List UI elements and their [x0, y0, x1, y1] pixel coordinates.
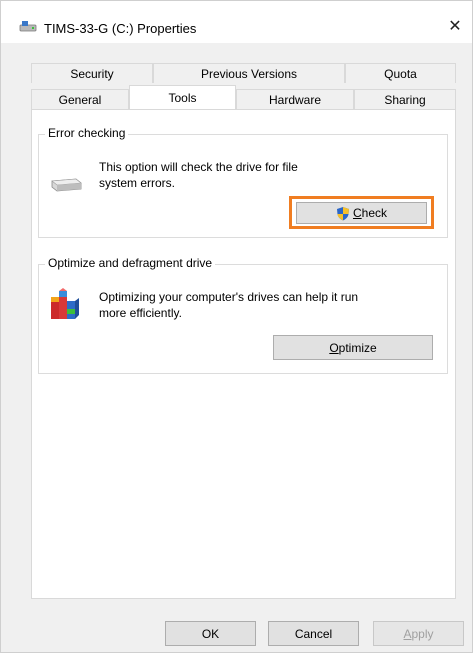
optimize-button[interactable]: Optimize: [273, 335, 433, 360]
check-label: heck: [361, 206, 388, 220]
properties-window: TIMS-33-G (C:) Properties ✕ Security Pre…: [0, 0, 473, 653]
error-checking-group: Error checking This option will check th…: [38, 126, 448, 238]
defragment-icon: [49, 287, 81, 326]
uac-shield-icon: [336, 206, 350, 221]
tab-row-front: General Tools Hardware Sharing: [31, 85, 456, 109]
check-mnemonic: C: [352, 206, 362, 220]
title-bar[interactable]: TIMS-33-G (C:) Properties ✕: [1, 1, 472, 43]
close-icon: ✕: [448, 18, 462, 35]
window-title: TIMS-33-G (C:) Properties: [44, 21, 197, 36]
group-title: Error checking: [45, 126, 129, 140]
tab-label: Quota: [384, 66, 417, 81]
group-title: Optimize and defragment drive: [45, 256, 216, 270]
tab-label: Previous Versions: [200, 66, 298, 81]
tools-panel: Error checking This option will check th…: [31, 109, 456, 599]
tab-row-back: Security Previous Versions Quota: [31, 63, 456, 83]
optimize-label: ptimize: [338, 340, 377, 355]
optimize-description-line1: Optimizing your computer's drives can he…: [99, 290, 359, 304]
tab-previous-versions[interactable]: Previous Versions: [153, 63, 345, 83]
optimize-description-line2: more efficiently.: [99, 306, 182, 320]
tab-label: Sharing: [384, 92, 426, 107]
tab-label: Hardware: [268, 92, 322, 107]
drive-icon: [18, 19, 38, 33]
tab-hardware[interactable]: Hardware: [236, 89, 354, 109]
tab-general[interactable]: General: [31, 89, 129, 109]
tab-label: Tools: [168, 90, 197, 105]
apply-mnemonic: A: [403, 626, 412, 641]
tab-label: General: [58, 92, 102, 107]
check-button[interactable]: Check: [296, 202, 427, 224]
close-button[interactable]: ✕: [441, 13, 469, 39]
error-checking-description-line1: This option will check the drive for fil…: [99, 160, 298, 174]
hard-drive-icon: [49, 177, 83, 196]
ok-button[interactable]: OK: [165, 621, 256, 646]
tab-tools[interactable]: Tools: [129, 85, 236, 109]
cancel-button[interactable]: Cancel: [268, 621, 359, 646]
cancel-label: Cancel: [294, 626, 333, 641]
apply-button[interactable]: Apply: [373, 621, 464, 646]
ok-label: OK: [201, 626, 220, 641]
tab-sharing[interactable]: Sharing: [354, 89, 456, 109]
tab-label: Security: [70, 66, 114, 81]
error-checking-description-line2: system errors.: [99, 176, 176, 190]
tab-security[interactable]: Security: [31, 63, 153, 83]
optimize-mnemonic: O: [329, 340, 339, 355]
optimize-group: Optimize and defragment drive Optimizing…: [38, 256, 448, 374]
tab-quota[interactable]: Quota: [345, 63, 456, 83]
apply-label: pply: [411, 626, 434, 641]
